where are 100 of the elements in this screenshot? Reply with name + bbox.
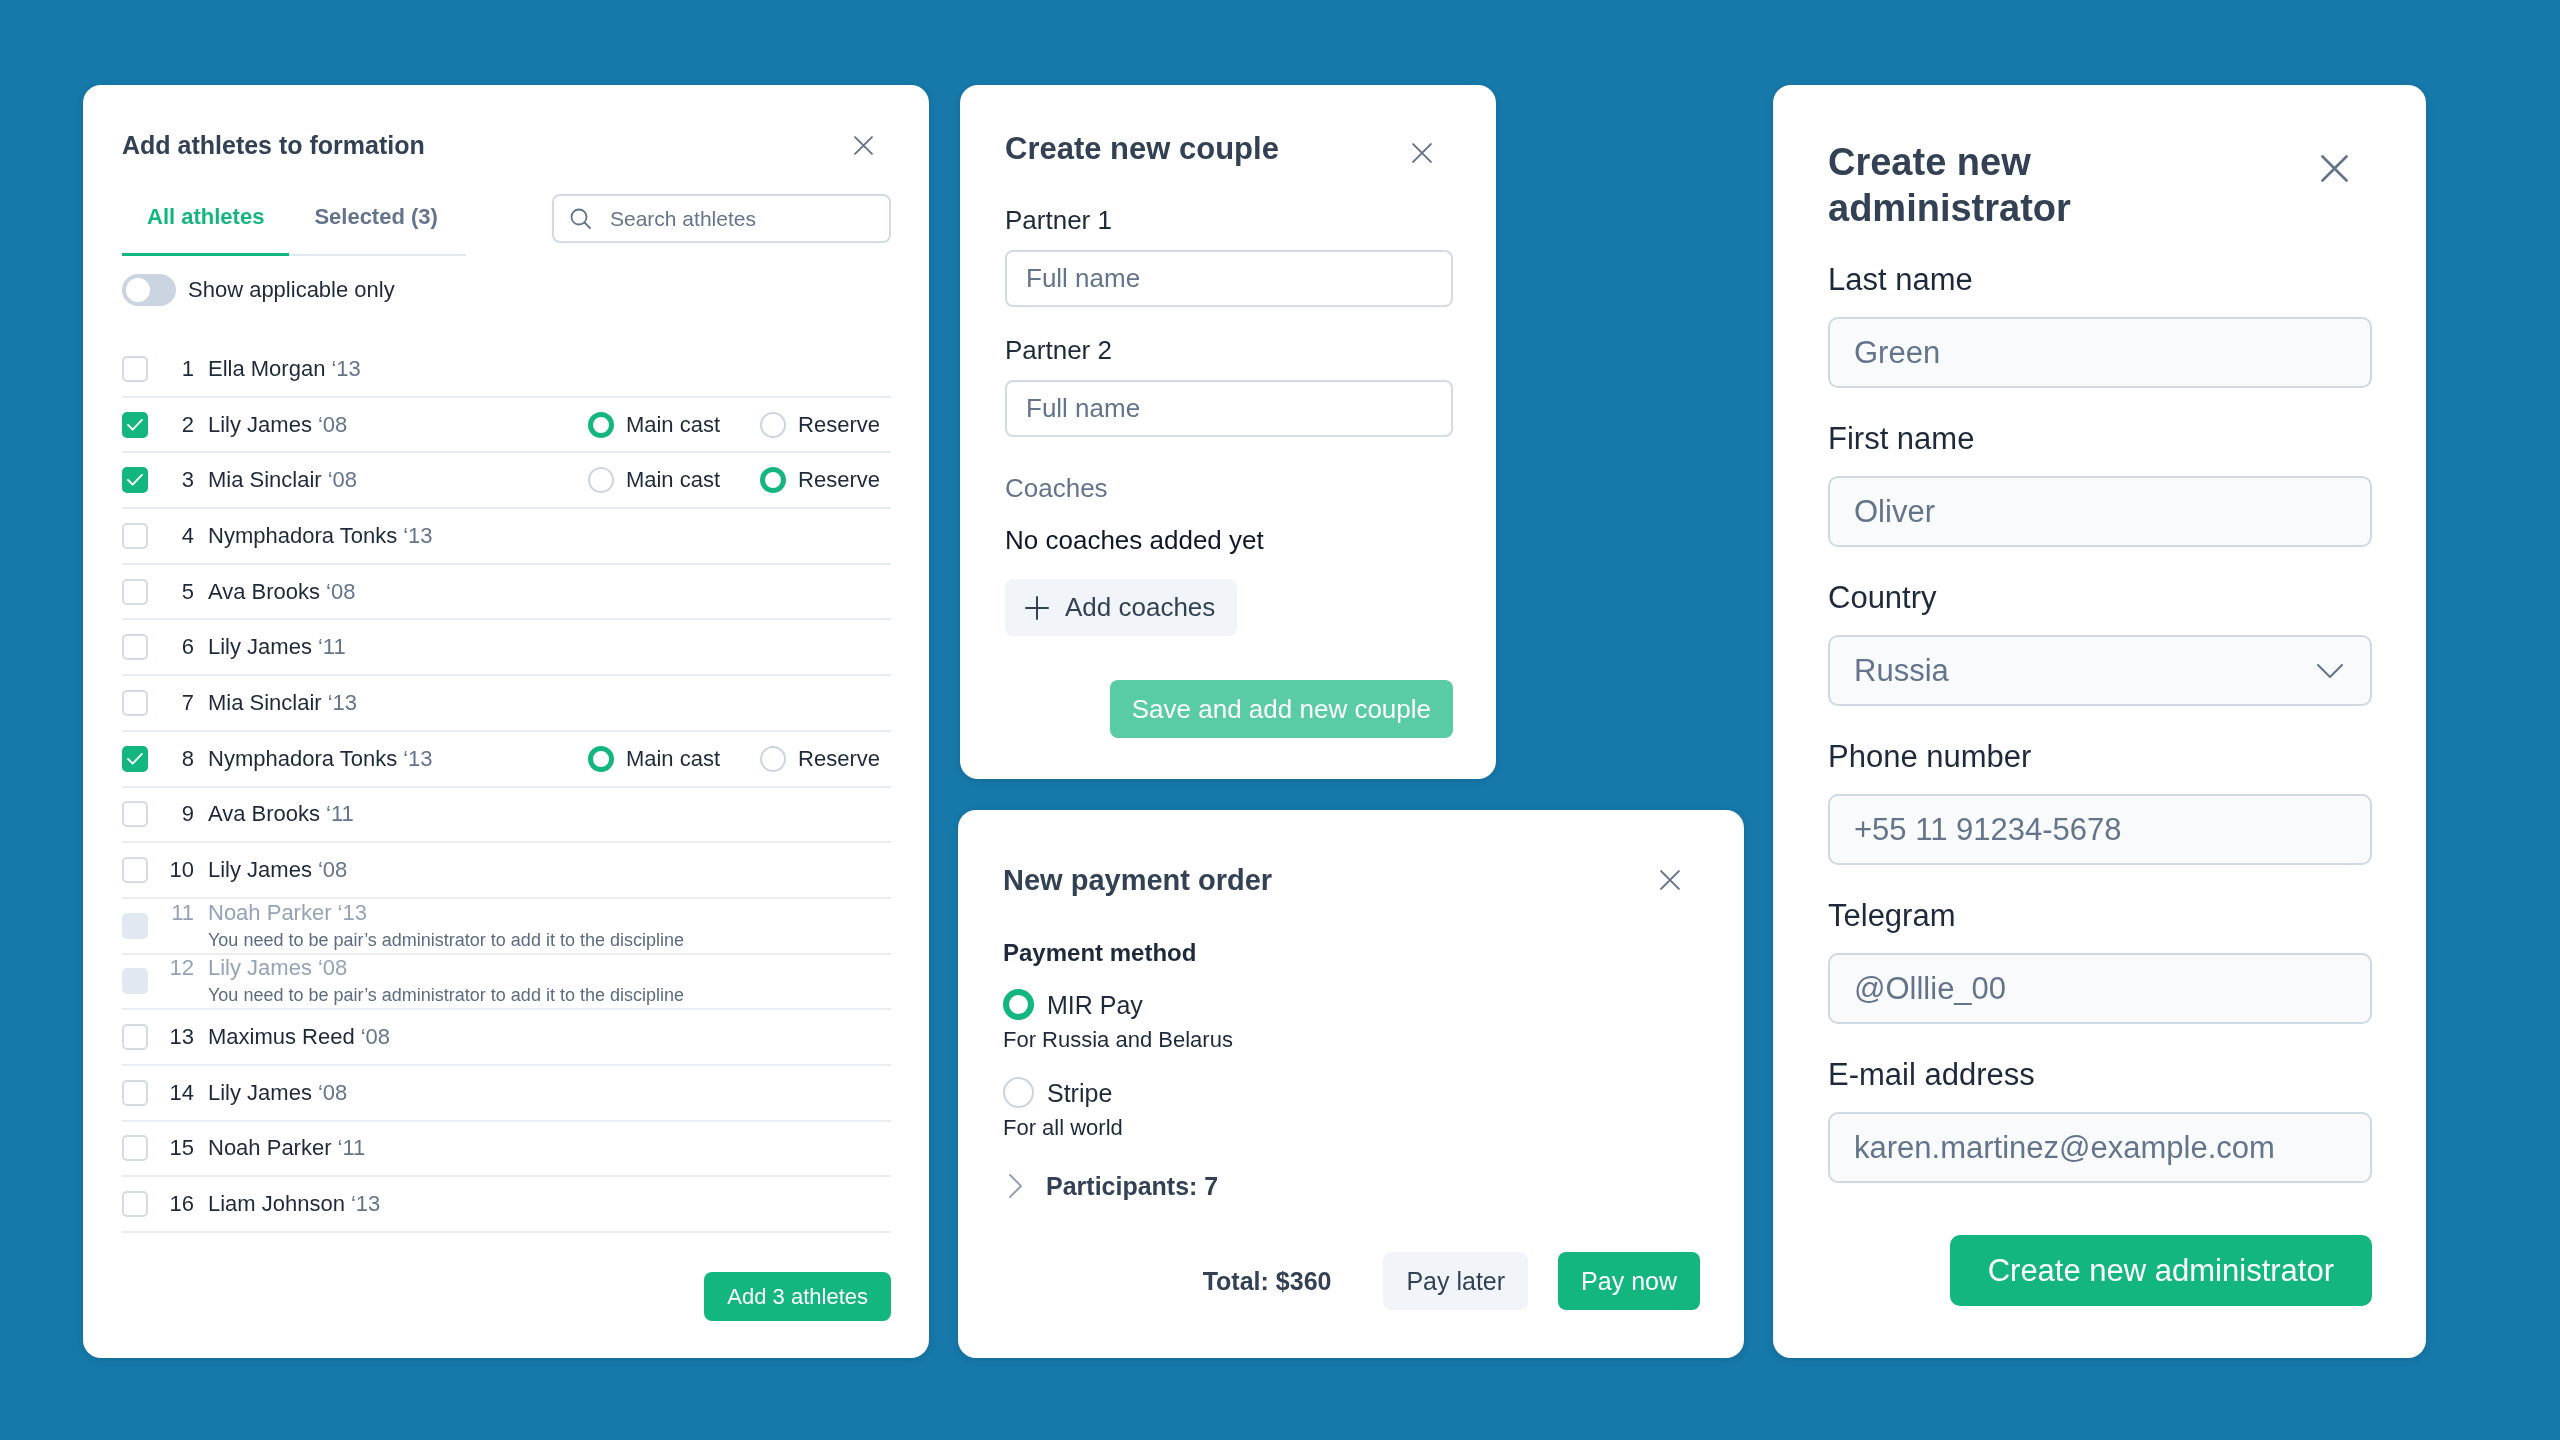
athlete-name: Lily James	[208, 1080, 312, 1105]
method-description: For all world	[1003, 1117, 1124, 1139]
athlete-year: ‘13	[327, 690, 358, 715]
search-field[interactable]: Search athletes	[552, 194, 891, 243]
toggle-switch[interactable]	[122, 274, 176, 306]
field-label: Partner 1	[1005, 206, 1113, 234]
athlete-name: Nymphadora Tonks	[208, 746, 398, 771]
section-label: Payment method	[1003, 939, 1198, 967]
radio-button[interactable]	[760, 411, 787, 438]
check-icon	[127, 474, 143, 487]
radio-label: Main cast	[625, 467, 721, 494]
text-input[interactable]: Full name	[1005, 250, 1453, 307]
athlete-year: ‘13	[351, 1192, 381, 1217]
close-icon	[854, 135, 873, 155]
row-number: 9	[180, 802, 194, 827]
athlete-year: ‘11	[337, 1136, 366, 1161]
athlete-name: Lily James	[208, 956, 312, 981]
search-icon	[570, 208, 591, 229]
athlete-name: Lily James	[208, 412, 312, 437]
radio-label: Reserve	[798, 467, 880, 494]
field-label: Country	[1828, 579, 1938, 617]
athlete-year: ‘08	[327, 468, 358, 493]
row-number: 12	[168, 956, 194, 981]
empty-state-text: No coaches added yet	[1005, 526, 1265, 554]
row-number: 10	[168, 858, 194, 883]
dialog-title: New payment order	[1003, 863, 1273, 897]
radio-button[interactable]	[760, 467, 787, 494]
athlete-name: Lily James	[208, 635, 312, 660]
athlete-name: Mia Sinclair	[208, 468, 322, 493]
athlete-name: Nymphadora Tonks	[208, 523, 398, 548]
athlete-year: ‘08	[326, 579, 356, 604]
radio-label: MIR Pay	[1047, 989, 1143, 1020]
athlete-year: ‘08	[317, 1080, 348, 1105]
pay-now-button[interactable]: Pay now	[1558, 1252, 1700, 1310]
athlete-name: Ella Morgan	[208, 356, 326, 381]
athlete-name: Ava Brooks	[208, 579, 321, 604]
checkbox[interactable]	[122, 467, 148, 494]
athlete-name: Ava Brooks	[208, 802, 321, 827]
athlete-name: Mia Sinclair	[208, 690, 322, 715]
close-button[interactable]	[2321, 155, 2348, 182]
row-number: 6	[180, 635, 194, 660]
dialog-title: Create new couple	[1005, 131, 1279, 167]
row-number: 15	[168, 1136, 194, 1161]
add-coaches-button[interactable]: Add coaches	[1005, 579, 1238, 636]
row-number: 7	[180, 690, 194, 715]
hint-text: You need to be pair’s administrator to add it to the discipline	[208, 984, 684, 1007]
field-label: E-mail address	[1828, 1056, 2036, 1094]
close-button[interactable]	[1412, 143, 1432, 163]
radio-button[interactable]	[1003, 1077, 1034, 1108]
athlete-name: Noah Parker	[208, 1136, 332, 1161]
create-button[interactable]: Create new administrator	[1949, 1235, 2372, 1306]
dialog-title: Create new administrator	[1828, 140, 2072, 231]
field-label: Phone number	[1828, 738, 2033, 776]
row-number: 3	[180, 468, 194, 493]
athlete-year: ‘08	[317, 412, 348, 437]
radio-button[interactable]	[587, 411, 614, 438]
athlete-name: Noah Parker	[208, 900, 332, 925]
radio-button[interactable]	[587, 467, 614, 494]
text-input[interactable]: Full name	[1005, 380, 1453, 437]
athlete-year: ‘13	[331, 356, 361, 381]
radio-label: Main cast	[625, 411, 721, 438]
close-icon	[2321, 155, 2348, 182]
total-amount: Total: $360	[1202, 1266, 1332, 1296]
radio-button[interactable]	[760, 745, 787, 772]
checkbox[interactable]	[122, 411, 148, 438]
plus-icon	[1025, 595, 1049, 620]
chevron-down-icon	[2317, 663, 2343, 678]
pay-later-button[interactable]: Pay later	[1383, 1252, 1529, 1310]
athlete-year: ‘11	[317, 635, 346, 660]
athlete-year: ‘08	[317, 858, 348, 883]
row-number: 14	[168, 1080, 194, 1105]
toggle-label: Show applicable only	[188, 277, 395, 303]
athlete-year: ‘08	[317, 956, 348, 981]
radio-button[interactable]	[587, 745, 614, 772]
row-number: 5	[180, 579, 194, 604]
tab[interactable]: Selected (3)	[289, 181, 463, 256]
row-number: 11	[170, 900, 194, 925]
close-icon	[1412, 143, 1432, 163]
participants-toggle[interactable]: Participants: 7	[1003, 1171, 1219, 1201]
dialog-title: Add athletes to formation	[122, 130, 425, 160]
check-icon	[127, 418, 143, 431]
close-icon	[1660, 870, 1680, 890]
add-athletes-button[interactable]: Add 3 athletes	[704, 1272, 891, 1321]
close-button[interactable]	[1660, 870, 1680, 890]
radio-label: Reserve	[798, 745, 880, 772]
radio-label: Reserve	[798, 411, 880, 438]
tab[interactable]: All athletes	[122, 181, 290, 256]
hint-text: You need to be pair’s administrator to add it to the discipline	[208, 928, 684, 951]
radio-button[interactable]	[1003, 989, 1034, 1020]
row-number: 4	[180, 523, 194, 548]
radio-label: Stripe	[1047, 1077, 1113, 1108]
field-label: Partner 2	[1005, 336, 1113, 364]
checkbox[interactable]	[122, 745, 148, 772]
method-description: For Russia and Belarus	[1003, 1029, 1234, 1051]
radio-label: Main cast	[625, 745, 721, 772]
athlete-year: ‘13	[403, 746, 433, 771]
row-number: 16	[168, 1192, 194, 1217]
close-button[interactable]	[854, 135, 873, 155]
athlete-year: ‘13	[337, 900, 367, 925]
row-number: 13	[168, 1025, 194, 1050]
